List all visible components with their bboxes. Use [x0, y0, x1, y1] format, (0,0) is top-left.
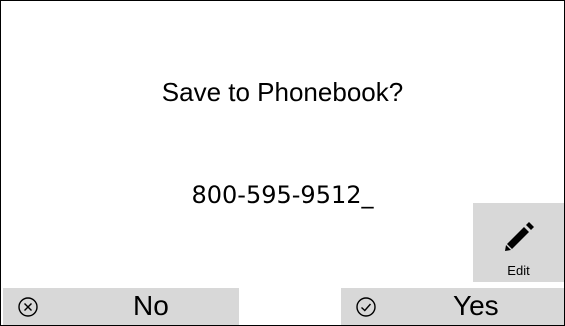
yes-button[interactable]: Yes — [341, 288, 564, 325]
edit-button[interactable]: Edit — [473, 203, 564, 282]
circle-check-icon — [356, 297, 376, 317]
pencil-icon — [505, 222, 534, 251]
circle-x-icon — [18, 297, 38, 317]
phonebook-dialog: Save to Phonebook? 800-595-9512_ Edit No… — [0, 0, 565, 326]
yes-label: Yes — [453, 290, 499, 321]
edit-label: Edit — [507, 263, 530, 278]
dialog-title: Save to Phonebook? — [161, 77, 404, 107]
no-button[interactable]: No — [3, 288, 239, 325]
no-label: No — [133, 290, 169, 321]
